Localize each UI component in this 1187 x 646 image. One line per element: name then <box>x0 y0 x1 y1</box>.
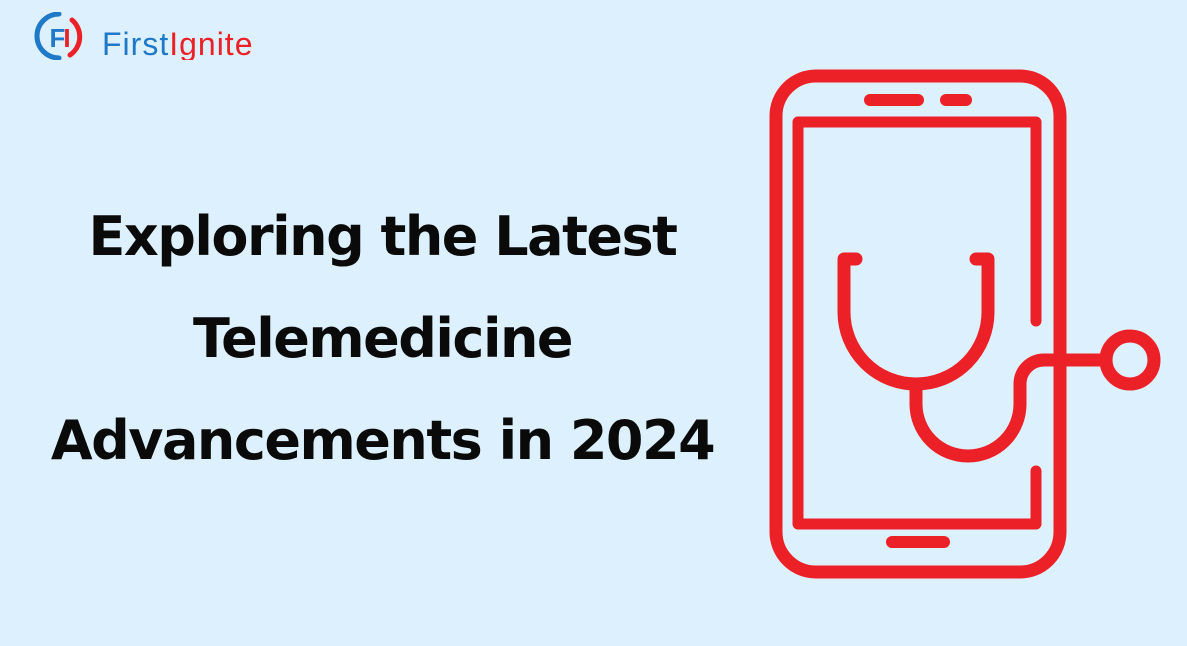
firstignite-logo-graphic: FI FirstIgnite <box>34 12 253 60</box>
firstignite-logo: FI FirstIgnite <box>34 12 364 60</box>
logo-wordmark: FirstIgnite <box>102 26 253 60</box>
phone-body <box>769 69 1067 579</box>
telemedicine-illustration <box>760 64 1170 584</box>
logo-ring-red <box>67 17 83 58</box>
phone-screen <box>792 116 1042 530</box>
smartphone-stethoscope-icon <box>769 69 1161 579</box>
logo-mark-text: FI <box>49 23 70 53</box>
stethoscope-chestpiece <box>1099 329 1161 391</box>
logo-word-first: First <box>102 26 169 60</box>
headline-line-1: Exploring the Latest <box>88 205 678 268</box>
stethoscope-earpieces <box>837 252 995 391</box>
headline-line-2: Telemedicine <box>192 307 574 370</box>
page-headline: Exploring the Latest Telemedicine Advanc… <box>0 186 765 492</box>
headline-line-3: Advancements in 2024 <box>50 409 716 472</box>
logo-word-ignite: Ignite <box>169 26 253 60</box>
